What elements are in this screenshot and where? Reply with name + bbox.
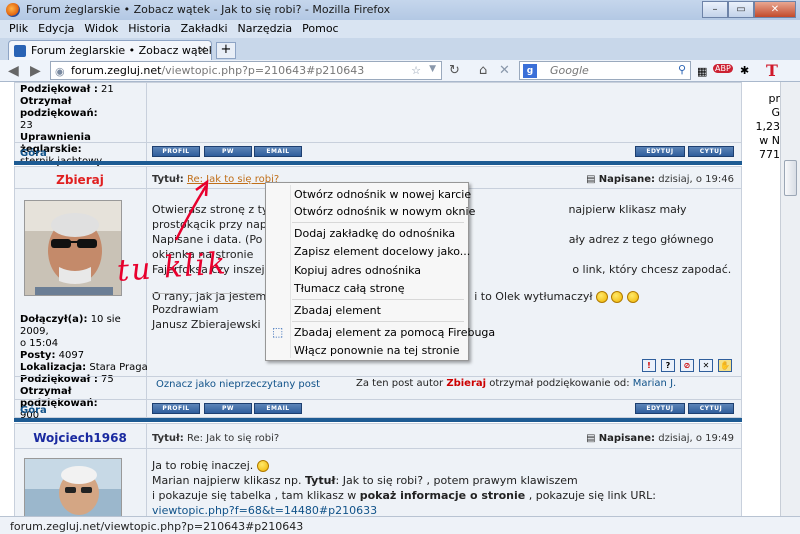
stop-icon[interactable]: ✕: [499, 63, 510, 78]
grid-icon[interactable]: ▦: [697, 65, 707, 78]
menu-translate-page[interactable]: Tłumacz całą stronę: [294, 282, 405, 295]
menu-pomoc[interactable]: Pomoc: [297, 20, 343, 38]
menu-separator: [292, 222, 464, 223]
window-title: Forum żeglarskie • Zobacz wątek - Jak to…: [26, 3, 391, 16]
menu-narzedzia[interactable]: Narzędzia: [233, 20, 298, 38]
home-icon[interactable]: ⌂: [479, 63, 487, 78]
tools-icon[interactable]: ✱: [740, 64, 749, 77]
menu-inspect-element[interactable]: Zbadaj element: [294, 304, 381, 317]
firebug-icon: ⬚: [272, 325, 284, 339]
bookmark-star-icon[interactable]: ☆: [411, 64, 421, 77]
reload-icon[interactable]: ↻: [449, 63, 460, 78]
menubar: Plik Edycja Widok Historia Zakładki Narz…: [0, 20, 800, 38]
menu-plik[interactable]: Plik: [4, 20, 33, 38]
menu-save-link-as[interactable]: Zapisz element docelowy jako...: [294, 245, 470, 258]
right-overflow-column: pr G 1,23 w N 771: [752, 82, 780, 516]
maximize-button[interactable]: ▭: [728, 1, 754, 18]
google-engine-icon[interactable]: g: [523, 64, 537, 78]
translate-icon[interactable]: T: [766, 61, 778, 80]
menu-inspect-firebug[interactable]: Zbadaj element za pomocą Firebuga: [294, 326, 495, 339]
tab-label: Forum żeglarskie • Zobacz wątek - Jak to…: [31, 44, 212, 57]
url-dropdown-icon[interactable]: ▼: [429, 64, 436, 74]
firefox-icon: [6, 3, 20, 17]
search-input[interactable]: g Google ⚲: [519, 61, 691, 80]
vertical-scrollbar[interactable]: [780, 82, 800, 516]
search-icon[interactable]: ⚲: [678, 63, 686, 76]
menu-historia[interactable]: Historia: [123, 20, 175, 38]
navigation-bar: ◀ ▶ ◉ forum.zegluj.net/viewtopic.php?p=2…: [0, 60, 800, 82]
tab-forum[interactable]: Forum żeglarskie • Zobacz wątek - Jak to…: [8, 40, 212, 60]
globe-icon: ◉: [55, 65, 65, 78]
menu-reenable-on-page[interactable]: Włącz ponownie na tej stronie: [294, 344, 459, 357]
menu-bookmark-link[interactable]: Dodaj zakładkę do odnośnika: [294, 227, 455, 240]
menu-separator: [292, 321, 464, 322]
menu-separator: [292, 299, 464, 300]
context-menu: Otwórz odnośnik w nowej karcie Otwórz od…: [265, 182, 495, 361]
back-icon[interactable]: ◀: [8, 63, 19, 79]
minimize-button[interactable]: –: [702, 1, 728, 18]
status-url: forum.zegluj.net/viewtopic.php?p=210643#…: [6, 520, 308, 533]
tab-close-icon[interactable]: ×: [198, 43, 207, 56]
scrollbar-thumb[interactable]: [784, 160, 797, 196]
menu-copy-link-address[interactable]: Kopiuj adres odnośnika: [294, 264, 421, 277]
menu-zakladki[interactable]: Zakładki: [176, 20, 233, 38]
favicon-icon: [14, 45, 26, 57]
search-placeholder: Google: [550, 64, 589, 77]
close-window-button[interactable]: ✕: [754, 1, 796, 18]
url-path: /viewtopic.php?p=210643#p210643: [161, 64, 365, 77]
menu-open-new-window[interactable]: Otwórz odnośnik w nowym oknie: [294, 205, 475, 218]
new-tab-button[interactable]: +: [216, 42, 236, 59]
url-bar[interactable]: ◉ forum.zegluj.net/viewtopic.php?p=21064…: [50, 61, 442, 80]
adblock-icon[interactable]: ABP: [713, 64, 733, 73]
menu-edycja[interactable]: Edycja: [33, 20, 79, 38]
status-bar: forum.zegluj.net/viewtopic.php?p=210643#…: [0, 516, 800, 534]
forward-icon[interactable]: ▶: [30, 63, 41, 79]
tab-bar: Forum żeglarskie • Zobacz wątek - Jak to…: [0, 38, 800, 60]
url-domain: forum.zegluj.net: [71, 64, 162, 77]
window-controls: – ▭ ✕: [702, 1, 796, 18]
menu-gutter: [290, 185, 291, 358]
menu-widok[interactable]: Widok: [79, 20, 123, 38]
menu-open-new-tab[interactable]: Otwórz odnośnik w nowej karcie: [294, 188, 471, 201]
window-titlebar: Forum żeglarskie • Zobacz wątek - Jak to…: [0, 0, 800, 20]
